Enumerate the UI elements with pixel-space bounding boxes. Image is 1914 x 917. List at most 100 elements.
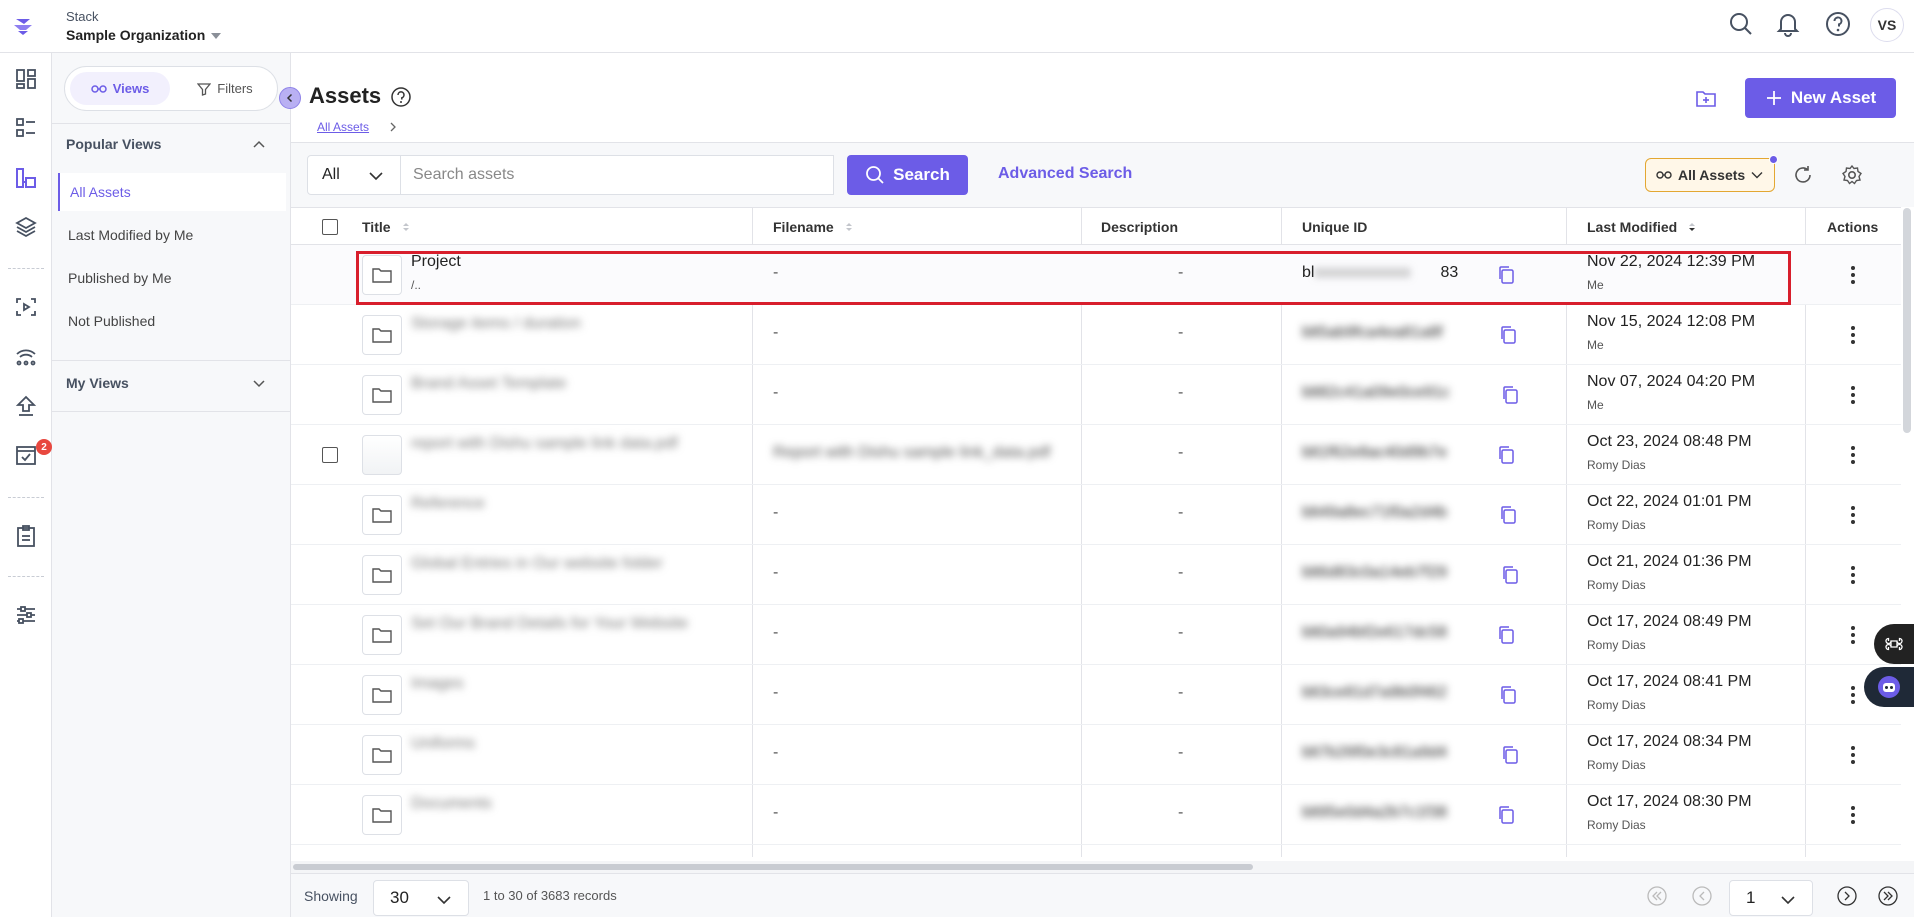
asset-filename: -	[773, 324, 779, 341]
last-page-button[interactable]	[1878, 886, 1898, 906]
table-row[interactable]: Documents - - blt95e0d4a2b7c1f38 Oct 17, 202…	[291, 785, 1901, 845]
deploy-icon[interactable]	[10, 390, 42, 422]
asset-title[interactable]: Project	[411, 253, 461, 271]
stack-logo-icon[interactable]	[10, 12, 36, 38]
table-row[interactable]: Storage items / duration - - blt5ab9fca4ea8…	[291, 305, 1901, 365]
table-row[interactable]: Images - - blt3ce81d7a9b0f462 Oct 17, 2024 0…	[291, 665, 1901, 725]
asset-title[interactable]: Global Entries in Our website folder	[411, 555, 663, 573]
records-count: 1 to 30 of 3683 records	[483, 888, 617, 903]
copy-icon[interactable]	[1501, 565, 1519, 585]
shortcuts-button[interactable]	[1874, 624, 1914, 664]
sidebar-item-all-assets[interactable]: All Assets	[58, 173, 286, 211]
copy-icon[interactable]	[1497, 625, 1515, 645]
asset-title[interactable]: Uniforms	[411, 735, 475, 753]
table-row[interactable]: Global Entries in Our website folder - - bl…	[291, 545, 1901, 605]
asset-title[interactable]: Images	[411, 675, 463, 693]
avatar[interactable]: VS	[1870, 8, 1904, 42]
prev-page-button[interactable]	[1692, 886, 1712, 906]
select-all-checkbox[interactable]	[322, 208, 338, 246]
column-last-modified[interactable]: Last Modified	[1587, 208, 1697, 246]
filters-tab[interactable]: Filters	[175, 72, 275, 105]
asset-title[interactable]: Reference	[411, 495, 485, 513]
copy-icon[interactable]	[1499, 505, 1517, 525]
sidebar-item-published[interactable]: Published by Me	[58, 259, 286, 297]
asset-title[interactable]: Set Our Brand Details for Your Website	[411, 615, 688, 633]
sidebar-item-last-modified[interactable]: Last Modified by Me	[58, 216, 286, 254]
more-actions-icon[interactable]	[1849, 624, 1857, 646]
table-row[interactable]: Reference - - blt49a8ec71f0a2d4b Oct 22, 202…	[291, 485, 1901, 545]
dashboard-icon[interactable]	[10, 63, 42, 95]
asset-title[interactable]: Documents	[411, 795, 492, 813]
copy-icon[interactable]	[1501, 745, 1519, 765]
more-actions-icon[interactable]	[1849, 684, 1857, 706]
horizontal-scrollbar[interactable]	[291, 861, 1914, 873]
copy-icon[interactable]	[1499, 685, 1517, 705]
vertical-scrollbar-thumb[interactable]	[1903, 208, 1911, 433]
view-selector[interactable]: All Assets	[1645, 155, 1778, 192]
more-actions-icon[interactable]	[1849, 444, 1857, 466]
entries-icon[interactable]	[10, 211, 42, 243]
table-row[interactable]: report with Dishu sample link data.pdf Re…	[291, 425, 1901, 485]
per-page-select[interactable]: 30	[373, 880, 469, 916]
asset-title[interactable]: Storage items / duration	[411, 315, 581, 333]
next-page-button[interactable]	[1837, 886, 1857, 906]
copy-icon[interactable]	[1497, 805, 1515, 825]
table-row[interactable]: Uniforms - - blt7b26f0e3c81a9d4 Oct 17, 2024…	[291, 725, 1901, 785]
asset-title[interactable]: Brand Asset Template	[411, 375, 566, 393]
views-tab[interactable]: Views	[70, 72, 170, 105]
showing-label: Showing	[304, 888, 358, 904]
more-actions-icon[interactable]	[1849, 264, 1857, 286]
chevron-down-icon[interactable]	[252, 376, 266, 390]
asset-title[interactable]: report with Dishu sample link data.pdf	[411, 435, 678, 453]
first-page-button[interactable]	[1647, 886, 1667, 906]
column-filename[interactable]: Filename	[773, 208, 854, 246]
chevron-up-icon[interactable]	[252, 137, 266, 151]
folder-plus-icon	[1696, 91, 1716, 107]
column-title[interactable]: Title	[362, 208, 411, 246]
new-folder-button[interactable]	[1691, 83, 1721, 113]
tasks-icon[interactable]: 2	[10, 439, 52, 471]
help-circle-icon[interactable]	[390, 86, 412, 108]
table-row[interactable]: Brand Asset Template - - blt82c41a09e0ce91c…	[291, 365, 1901, 425]
filters-tab-label: Filters	[217, 81, 253, 96]
asset-description: -	[1178, 564, 1184, 581]
advanced-search-link[interactable]: Advanced Search	[998, 165, 1132, 183]
more-actions-icon[interactable]	[1849, 324, 1857, 346]
copy-icon[interactable]	[1499, 325, 1517, 345]
org-switcher[interactable]: Sample Organization	[66, 27, 222, 43]
breadcrumb-all-assets[interactable]: All Assets	[317, 120, 369, 134]
copy-icon[interactable]	[1501, 385, 1519, 405]
new-asset-button[interactable]: New Asset	[1745, 78, 1896, 118]
folder-icon	[362, 315, 402, 355]
workflow-icon[interactable]	[10, 340, 42, 372]
asset-filename: -	[773, 564, 779, 581]
search-icon[interactable]	[1725, 8, 1757, 40]
bell-icon[interactable]	[1772, 8, 1804, 40]
search-scope-select[interactable]: All	[307, 155, 401, 195]
search-button[interactable]: Search	[847, 155, 968, 195]
row-checkbox[interactable]	[322, 447, 338, 463]
help-icon[interactable]	[1822, 8, 1854, 40]
more-actions-icon[interactable]	[1849, 504, 1857, 526]
copy-icon[interactable]	[1497, 265, 1515, 285]
more-actions-icon[interactable]	[1849, 384, 1857, 406]
scrollbar-thumb[interactable]	[293, 864, 1253, 870]
refresh-icon[interactable]	[1789, 161, 1817, 189]
more-actions-icon[interactable]	[1849, 804, 1857, 826]
assets-icon[interactable]	[10, 162, 42, 194]
gear-icon[interactable]	[1838, 161, 1866, 189]
content-models-icon[interactable]	[10, 112, 42, 144]
audit-log-icon[interactable]	[10, 520, 42, 552]
page-select[interactable]: 1	[1729, 880, 1813, 916]
sidebar-item-not-published[interactable]: Not Published	[58, 302, 286, 340]
table-row[interactable]: Set Our Brand Details for Your Website - -…	[291, 605, 1901, 665]
more-actions-icon[interactable]	[1849, 564, 1857, 586]
releases-icon[interactable]	[10, 291, 42, 323]
table-row[interactable]: Project /.. - - blxxxxxxxxxxxx 83 Nov 22, 2024…	[291, 245, 1901, 305]
copy-icon[interactable]	[1497, 445, 1515, 465]
search-input[interactable]	[400, 155, 834, 195]
collapse-sidebar-button[interactable]	[279, 87, 301, 109]
settings-icon[interactable]	[10, 599, 42, 631]
more-actions-icon[interactable]	[1849, 744, 1857, 766]
assistant-button[interactable]	[1864, 667, 1914, 707]
